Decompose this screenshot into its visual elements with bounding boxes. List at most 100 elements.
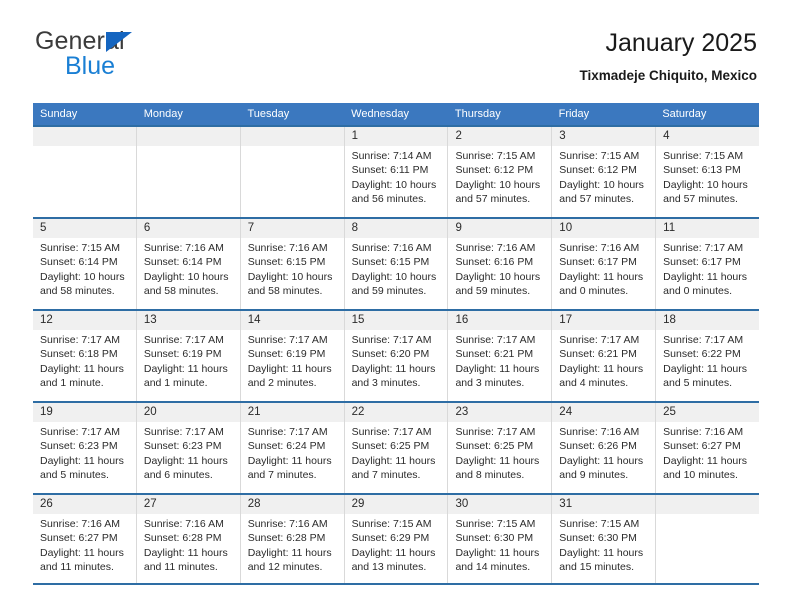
calendar-page: General Blue January 2025 Tixmadeje Chiq… (0, 0, 792, 612)
day-cell[interactable]: 21 Sunrise: 7:17 AM Sunset: 6:24 PM Dayl… (240, 403, 345, 493)
day-number: 12 (33, 311, 136, 330)
day-cell[interactable]: 4 Sunrise: 7:15 AM Sunset: 6:13 PM Dayli… (656, 127, 760, 217)
sunset-text: Sunset: 6:30 PM (559, 532, 637, 545)
day-details: Sunrise: 7:16 AM Sunset: 6:26 PM Dayligh… (552, 422, 655, 482)
sunset-text: Sunset: 6:24 PM (247, 440, 326, 453)
daylight-line1: Daylight: 11 hours (559, 454, 644, 467)
day-cell[interactable]: 14 Sunrise: 7:17 AM Sunset: 6:19 PM Dayl… (240, 311, 345, 401)
day-details: Sunrise: 7:15 AM Sunset: 6:29 PM Dayligh… (345, 514, 448, 574)
daylight-line1: Daylight: 11 hours (663, 454, 748, 467)
day-cell[interactable]: 28 Sunrise: 7:16 AM Sunset: 6:28 PM Dayl… (240, 495, 345, 585)
day-number: 24 (552, 403, 656, 422)
day-cell[interactable]: 2 Sunrise: 7:15 AM Sunset: 6:12 PM Dayli… (448, 127, 553, 217)
day-number: 8 (344, 219, 448, 238)
day-cell[interactable]: 11 Sunrise: 7:17 AM Sunset: 6:17 PM Dayl… (656, 219, 760, 309)
day-cell[interactable]: 15 Sunrise: 7:17 AM Sunset: 6:20 PM Dayl… (344, 311, 449, 401)
sunset-text: Sunset: 6:22 PM (663, 348, 741, 361)
day-cell[interactable]: 10 Sunrise: 7:16 AM Sunset: 6:17 PM Dayl… (552, 219, 657, 309)
daylight-line2: and 1 minute. (143, 376, 208, 389)
daylight-line1: Daylight: 11 hours (663, 270, 748, 283)
day-cell[interactable]: 12 Sunrise: 7:17 AM Sunset: 6:18 PM Dayl… (33, 311, 137, 401)
daylight-line1: Daylight: 10 hours (455, 270, 541, 283)
day-cell[interactable]: 6 Sunrise: 7:16 AM Sunset: 6:14 PM Dayli… (136, 219, 241, 309)
day-cell[interactable]: 24 Sunrise: 7:16 AM Sunset: 6:26 PM Dayl… (552, 403, 657, 493)
daylight-line2: and 12 minutes. (247, 560, 323, 573)
day-cell[interactable]: 1 Sunrise: 7:14 AM Sunset: 6:11 PM Dayli… (344, 127, 449, 217)
sunrise-text: Sunrise: 7:17 AM (40, 426, 120, 438)
daylight-line2: and 57 minutes. (559, 192, 635, 205)
daylight-line1: Daylight: 10 hours (143, 270, 229, 283)
daylight-line1: Daylight: 11 hours (143, 454, 228, 467)
day-details: Sunrise: 7:17 AM Sunset: 6:25 PM Dayligh… (345, 422, 448, 482)
day-number: 17 (552, 311, 656, 330)
day-cell[interactable]: 17 Sunrise: 7:17 AM Sunset: 6:21 PM Dayl… (552, 311, 657, 401)
logo-text-blue: Blue (65, 52, 116, 80)
day-cell[interactable] (136, 127, 241, 217)
sunrise-text: Sunrise: 7:17 AM (351, 426, 432, 438)
daylight-line2: and 9 minutes. (559, 468, 629, 481)
sunrise-text: Sunrise: 7:16 AM (663, 426, 744, 438)
day-cell[interactable]: 29 Sunrise: 7:15 AM Sunset: 6:29 PM Dayl… (344, 495, 449, 585)
daylight-line1: Daylight: 11 hours (351, 454, 436, 467)
sunrise-text: Sunrise: 7:16 AM (247, 242, 328, 254)
daylight-line2: and 13 minutes. (351, 560, 427, 573)
day-cell[interactable] (656, 495, 760, 585)
day-cell[interactable]: 5 Sunrise: 7:15 AM Sunset: 6:14 PM Dayli… (33, 219, 137, 309)
weekday-header-tuesday: Tuesday (247, 108, 290, 120)
day-number: 31 (552, 495, 656, 514)
daylight-line2: and 7 minutes. (351, 468, 421, 481)
day-cell[interactable]: 13 Sunrise: 7:17 AM Sunset: 6:19 PM Dayl… (136, 311, 241, 401)
day-cell[interactable]: 18 Sunrise: 7:17 AM Sunset: 6:22 PM Dayl… (656, 311, 760, 401)
day-cell[interactable]: 25 Sunrise: 7:16 AM Sunset: 6:27 PM Dayl… (656, 403, 760, 493)
day-details: Sunrise: 7:14 AM Sunset: 6:11 PM Dayligh… (345, 146, 448, 206)
daylight-line1: Daylight: 11 hours (40, 362, 124, 375)
page-subtitle-location: Tixmadeje Chiquito, Mexico (579, 68, 757, 83)
day-details: Sunrise: 7:17 AM Sunset: 6:17 PM Dayligh… (656, 238, 759, 298)
day-details: Sunrise: 7:17 AM Sunset: 6:23 PM Dayligh… (137, 422, 240, 482)
day-number: 6 (136, 219, 240, 238)
day-cell[interactable]: 30 Sunrise: 7:15 AM Sunset: 6:30 PM Dayl… (448, 495, 553, 585)
day-number: 22 (344, 403, 448, 422)
generalblue-logo[interactable]: General Blue (35, 28, 335, 79)
day-cell[interactable]: 31 Sunrise: 7:15 AM Sunset: 6:30 PM Dayl… (552, 495, 657, 585)
day-cell[interactable]: 7 Sunrise: 7:16 AM Sunset: 6:15 PM Dayli… (240, 219, 345, 309)
day-cell[interactable]: 23 Sunrise: 7:17 AM Sunset: 6:25 PM Dayl… (448, 403, 553, 493)
weekday-header-monday: Monday (143, 108, 183, 120)
day-cell[interactable]: 16 Sunrise: 7:17 AM Sunset: 6:21 PM Dayl… (448, 311, 553, 401)
day-number: 3 (552, 127, 656, 146)
day-number: 5 (33, 219, 136, 238)
day-cell[interactable]: 19 Sunrise: 7:17 AM Sunset: 6:23 PM Dayl… (33, 403, 137, 493)
daylight-line2: and 4 minutes. (559, 376, 629, 389)
daylight-line1: Daylight: 10 hours (351, 270, 437, 283)
daylight-line2: and 8 minutes. (455, 468, 525, 481)
weekday-header-sunday: Sunday (40, 108, 78, 120)
day-cell[interactable]: 27 Sunrise: 7:16 AM Sunset: 6:28 PM Dayl… (136, 495, 241, 585)
sunset-text: Sunset: 6:13 PM (663, 164, 741, 177)
sunset-text: Sunset: 6:16 PM (455, 256, 534, 269)
day-cell[interactable]: 20 Sunrise: 7:17 AM Sunset: 6:23 PM Dayl… (136, 403, 241, 493)
day-number: 21 (240, 403, 344, 422)
sunrise-text: Sunrise: 7:16 AM (247, 518, 328, 530)
day-details: Sunrise: 7:15 AM Sunset: 6:30 PM Dayligh… (448, 514, 551, 574)
day-cell[interactable]: 8 Sunrise: 7:16 AM Sunset: 6:15 PM Dayli… (344, 219, 449, 309)
logo-text-general: General (35, 28, 335, 55)
day-number: 2 (448, 127, 552, 146)
sunset-text: Sunset: 6:19 PM (143, 348, 222, 361)
day-number: 23 (448, 403, 552, 422)
daylight-line2: and 10 minutes. (663, 468, 738, 481)
day-cell[interactable] (240, 127, 345, 217)
sunset-text: Sunset: 6:26 PM (559, 440, 637, 453)
day-cell[interactable]: 26 Sunrise: 7:16 AM Sunset: 6:27 PM Dayl… (33, 495, 137, 585)
day-cell[interactable]: 9 Sunrise: 7:16 AM Sunset: 6:16 PM Dayli… (448, 219, 553, 309)
sunrise-text: Sunrise: 7:15 AM (40, 242, 120, 254)
day-cell[interactable] (33, 127, 137, 217)
day-cell[interactable]: 22 Sunrise: 7:17 AM Sunset: 6:25 PM Dayl… (344, 403, 449, 493)
sunrise-text: Sunrise: 7:15 AM (351, 518, 432, 530)
day-number: 19 (33, 403, 136, 422)
sunrise-text: Sunrise: 7:17 AM (247, 426, 328, 438)
day-cell[interactable]: 3 Sunrise: 7:15 AM Sunset: 6:12 PM Dayli… (552, 127, 657, 217)
sunrise-text: Sunrise: 7:16 AM (559, 242, 640, 254)
sunset-text: Sunset: 6:14 PM (143, 256, 222, 269)
sunrise-text: Sunrise: 7:17 AM (351, 334, 432, 346)
sunrise-text: Sunrise: 7:16 AM (559, 426, 640, 438)
